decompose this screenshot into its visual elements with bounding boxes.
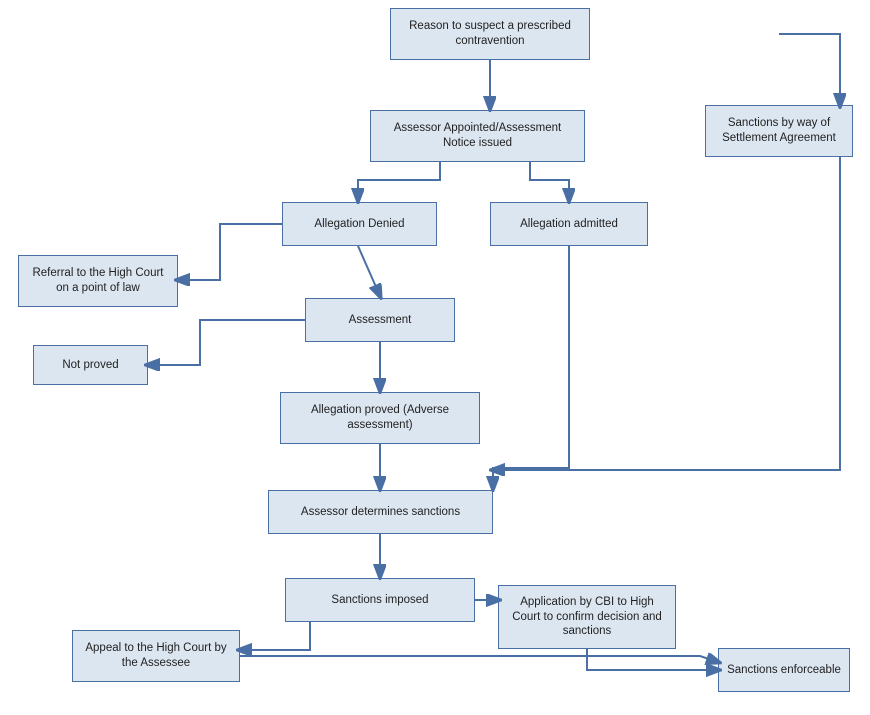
allegation-proved-box: Allegation proved (Adverse assessment) [280, 392, 480, 444]
not-proved-box: Not proved [33, 345, 148, 385]
assessor-sanctions-box: Assessor determines sanctions [268, 490, 493, 534]
diagram: Reason to suspect a prescribed contraven… [0, 0, 870, 715]
sanctions-enforceable-box: Sanctions enforceable [718, 648, 850, 692]
sanctions-imposed-box: Sanctions imposed [285, 578, 475, 622]
allegation-denied-box: Allegation Denied [282, 202, 437, 246]
application-cbi-box: Application by CBI to High Court to conf… [498, 585, 676, 649]
sanctions-settlement-box: Sanctions by way of Settlement Agreement [705, 105, 853, 157]
appeal-high-court-box: Appeal to the High Court by the Assessee [72, 630, 240, 682]
referral-high-court-box: Referral to the High Court on a point of… [18, 255, 178, 307]
assessor-box: Assessor Appointed/Assessment Notice iss… [370, 110, 585, 162]
reason-box: Reason to suspect a prescribed contraven… [390, 8, 590, 60]
allegation-admitted-box: Allegation admitted [490, 202, 648, 246]
assessment-box: Assessment [305, 298, 455, 342]
